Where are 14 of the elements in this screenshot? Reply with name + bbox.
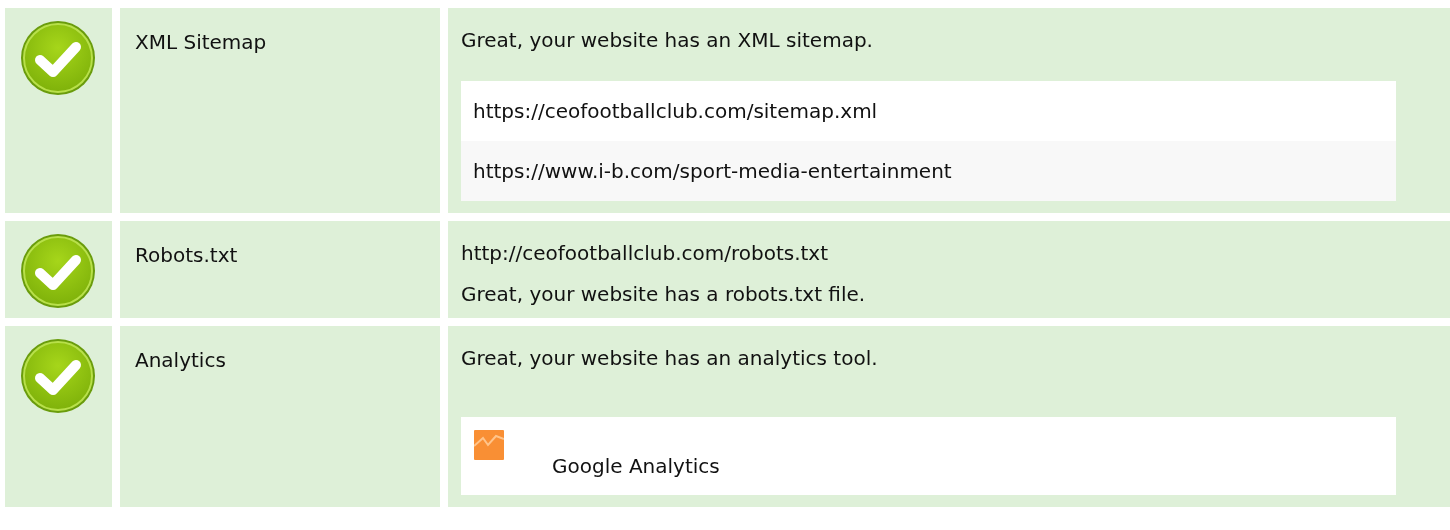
result-text: Great, your website has a robots.txt file. <box>461 282 867 306</box>
check-name: Robots.txt <box>120 221 440 318</box>
check-name: Analytics <box>120 326 440 507</box>
chart-icon <box>474 430 504 460</box>
check-circle-icon <box>20 20 96 96</box>
url-entry: https://www.i-b.com/sport-media-entertainment <box>461 141 1396 201</box>
result-text: Great, your website has an analytics tool. <box>461 346 879 370</box>
check-circle-icon <box>20 338 96 414</box>
url-entry: https://ceofootballclub.com/sitemap.xml <box>461 81 1396 141</box>
check-name: XML Sitemap <box>120 8 440 213</box>
result-text: Great, your website has an XML sitemap. <box>461 28 874 52</box>
check-circle-icon <box>20 233 96 309</box>
tool-name: Google Analytics <box>552 454 720 478</box>
result-text: http://ceofootballclub.com/robots.txt <box>461 241 830 265</box>
